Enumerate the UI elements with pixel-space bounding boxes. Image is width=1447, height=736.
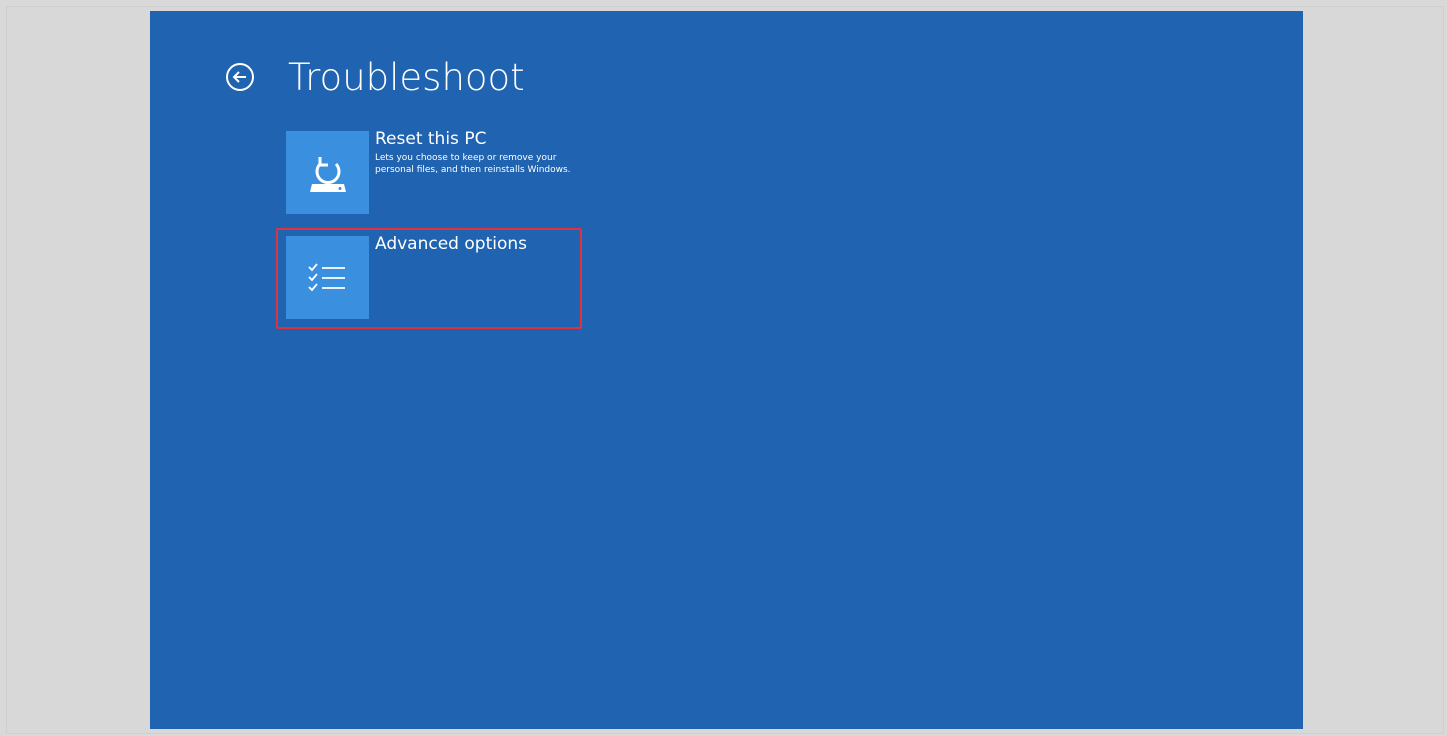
reset-pc-tile[interactable] [286,131,369,214]
reset-pc-title: Reset this PC [375,129,487,149]
reset-pc-description: Lets you choose to keep or remove your p… [375,153,571,175]
advanced-options-title: Advanced options [375,234,527,254]
header: Troubleshoot [226,47,525,107]
advanced-options-tile[interactable] [286,236,369,319]
recovery-screen: Troubleshoot Reset this PC Lets you choo… [150,11,1303,729]
back-arrow-circle-icon[interactable] [226,63,254,91]
reset-this-pc-option[interactable]: Reset this PC Lets you choose to keep or… [286,129,575,214]
checklist-icon [307,262,345,291]
reset-pc-text: Reset this PC Lets you choose to keep or… [375,129,575,214]
reset-pc-icon [309,156,346,192]
advanced-options-text: Advanced options [375,234,527,319]
back-arrow-glyph [232,71,246,83]
page-title: Troubleshoot [288,55,525,99]
advanced-options-option[interactable]: Advanced options [286,234,527,319]
